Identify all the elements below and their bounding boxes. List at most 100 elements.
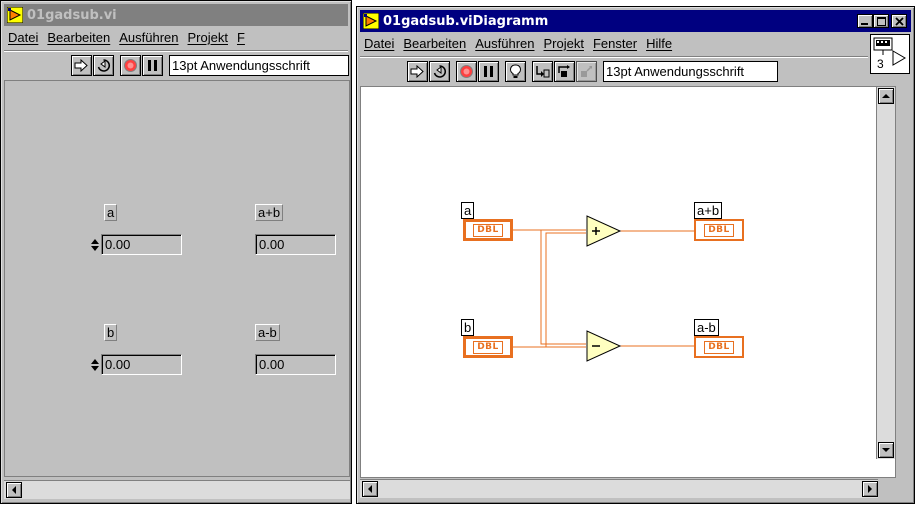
scroll-right-button[interactable] bbox=[862, 481, 878, 497]
increment-arrow-icon[interactable] bbox=[91, 358, 99, 364]
pause-icon bbox=[148, 60, 157, 71]
indicator-a-minus-b-numeric: 0.00 bbox=[255, 354, 336, 375]
indicator-a-plus-b-numeric: 0.00 bbox=[255, 234, 336, 255]
scroll-left-button[interactable] bbox=[362, 481, 378, 497]
decrement-arrow-icon[interactable] bbox=[91, 245, 99, 251]
front-panel-window: 01gadsub.vi Datei Bearbeiten Ausführen P… bbox=[0, 0, 352, 504]
control-b-numeric[interactable]: 0.00 bbox=[101, 354, 182, 375]
control-a-label: a bbox=[104, 204, 118, 221]
left-arrow-icon bbox=[12, 486, 16, 494]
menu-datei[interactable]: Datei bbox=[364, 36, 394, 51]
menu-bearbeiten[interactable]: Bearbeiten bbox=[47, 30, 110, 45]
block-diagram-menubar: Datei Bearbeiten Ausführen Projekt Fenst… bbox=[360, 33, 911, 53]
labview-app-icon[interactable] bbox=[363, 13, 379, 29]
terminal-a[interactable]: DBL bbox=[463, 219, 513, 241]
connector-pane-icon[interactable]: 3 bbox=[870, 34, 910, 74]
terminal-a-plus-b[interactable]: DBL bbox=[694, 219, 744, 241]
subtract-operator[interactable] bbox=[586, 330, 622, 362]
minimize-icon bbox=[861, 23, 868, 25]
control-a-stepper[interactable] bbox=[91, 234, 100, 255]
menu-projekt[interactable]: Projekt bbox=[544, 36, 584, 51]
terminal-a-plus-b-type: DBL bbox=[704, 223, 734, 237]
wires-layer bbox=[513, 215, 694, 362]
run-continuously-button[interactable] bbox=[93, 55, 114, 76]
control-b-stepper[interactable] bbox=[91, 354, 100, 375]
stop-sign-icon bbox=[124, 59, 137, 72]
run-continuously-icon bbox=[433, 65, 447, 78]
connector-number: 3 bbox=[877, 57, 884, 71]
down-arrow-icon bbox=[882, 448, 890, 452]
run-arrow-icon bbox=[74, 59, 88, 72]
pause-button[interactable] bbox=[142, 55, 163, 76]
indicator-a-plus-b-label: a+b bbox=[255, 204, 284, 221]
terminal-a-label: a bbox=[461, 202, 475, 219]
close-button[interactable] bbox=[891, 14, 907, 28]
pause-button[interactable] bbox=[478, 61, 499, 82]
terminal-b-label: b bbox=[461, 319, 475, 336]
left-arrow-icon bbox=[368, 485, 372, 493]
block-diagram-vertical-scrollbar[interactable] bbox=[876, 87, 895, 459]
menu-bearbeiten[interactable]: Bearbeiten bbox=[403, 36, 466, 51]
menu-fenster[interactable]: Fenster bbox=[593, 36, 637, 51]
step-into-icon bbox=[536, 66, 550, 78]
control-a-numeric[interactable]: 0.00 bbox=[101, 234, 182, 255]
right-arrow-icon bbox=[868, 485, 872, 493]
run-button[interactable] bbox=[71, 55, 92, 76]
menu-fenster-truncated[interactable]: F bbox=[237, 30, 245, 45]
minimize-button[interactable] bbox=[857, 14, 873, 28]
size-grip[interactable] bbox=[893, 482, 911, 500]
scroll-up-button[interactable] bbox=[878, 88, 894, 104]
block-diagram-window: 01gadsub.viDiagramm Datei Bearbeiten Aus… bbox=[356, 6, 915, 504]
step-out-button[interactable] bbox=[576, 61, 597, 82]
menu-hilfe[interactable]: Hilfe bbox=[646, 36, 672, 51]
highlight-execution-button[interactable] bbox=[505, 61, 526, 82]
front-panel-horizontal-scrollbar[interactable] bbox=[4, 480, 350, 499]
step-into-button[interactable] bbox=[532, 61, 553, 82]
terminal-a-minus-b[interactable]: DBL bbox=[694, 336, 744, 358]
run-continuously-button[interactable] bbox=[429, 61, 450, 82]
block-diagram-toolbar: 13pt Anwendungsschrift bbox=[360, 56, 868, 85]
font-selector[interactable]: 13pt Anwendungsschrift bbox=[603, 61, 778, 82]
scroll-down-button[interactable] bbox=[878, 442, 894, 458]
decrement-arrow-icon[interactable] bbox=[91, 365, 99, 371]
scroll-left-button[interactable] bbox=[6, 482, 22, 498]
block-diagram-titlebar[interactable]: 01gadsub.viDiagramm bbox=[360, 10, 911, 32]
increment-arrow-icon[interactable] bbox=[91, 238, 99, 244]
add-operator[interactable] bbox=[586, 215, 622, 247]
front-panel-titlebar[interactable]: 01gadsub.vi bbox=[4, 4, 348, 26]
abort-button[interactable] bbox=[456, 61, 477, 82]
front-panel-title: 01gadsub.vi bbox=[27, 7, 117, 23]
terminal-a-plus-b-label: a+b bbox=[694, 202, 723, 219]
pause-icon bbox=[484, 66, 493, 77]
block-diagram-title: 01gadsub.viDiagramm bbox=[383, 13, 549, 29]
run-button[interactable] bbox=[407, 61, 428, 82]
indicator-a-minus-b-label: a-b bbox=[255, 324, 280, 341]
control-b-label: b bbox=[104, 324, 118, 341]
font-selector[interactable]: 13pt Anwendungsschrift bbox=[169, 55, 349, 76]
terminal-a-type: DBL bbox=[473, 223, 503, 237]
abort-button[interactable] bbox=[120, 55, 141, 76]
terminal-b-type: DBL bbox=[473, 340, 503, 354]
menu-datei[interactable]: Datei bbox=[8, 30, 38, 45]
wire-b-to-add bbox=[545, 232, 586, 347]
block-diagram-canvas: a DBL b DBL a+b DBL a-b DBL bbox=[360, 86, 896, 478]
terminal-b[interactable]: DBL bbox=[463, 336, 513, 358]
menu-projekt[interactable]: Projekt bbox=[188, 30, 228, 45]
front-panel-menubar: Datei Bearbeiten Ausführen Projekt F bbox=[4, 27, 348, 47]
step-over-icon bbox=[558, 65, 570, 77]
labview-app-icon[interactable] bbox=[7, 7, 23, 23]
terminal-a-minus-b-label: a-b bbox=[694, 319, 719, 336]
maximize-button[interactable] bbox=[873, 14, 889, 28]
lightbulb-icon bbox=[510, 64, 521, 78]
up-arrow-icon bbox=[882, 94, 890, 98]
block-diagram-horizontal-scrollbar[interactable] bbox=[360, 479, 878, 498]
stop-sign-icon bbox=[460, 65, 473, 78]
terminal-a-minus-b-type: DBL bbox=[704, 340, 734, 354]
front-panel-canvas: a 0.00 a+b 0.00 b 0.00 a-b 0.00 bbox=[4, 80, 350, 477]
step-out-icon bbox=[581, 66, 592, 77]
menu-ausfuehren[interactable]: Ausführen bbox=[475, 36, 534, 51]
front-panel-toolbar: 13pt Anwendungsschrift bbox=[4, 50, 349, 79]
maximize-icon bbox=[876, 16, 886, 26]
step-over-button[interactable] bbox=[554, 61, 575, 82]
menu-ausfuehren[interactable]: Ausführen bbox=[119, 30, 178, 45]
